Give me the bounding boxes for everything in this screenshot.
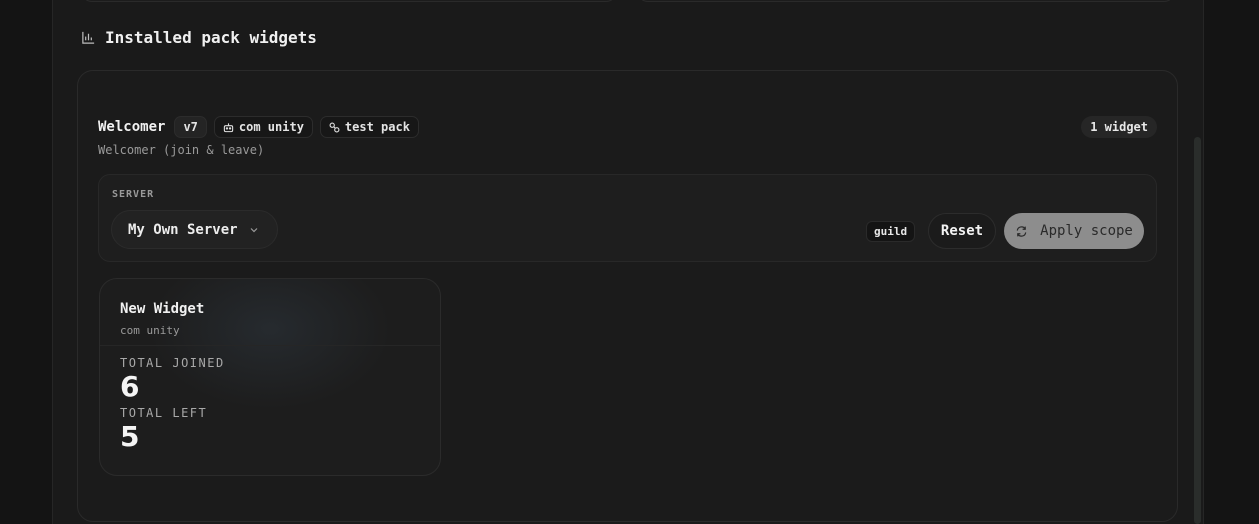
- apply-scope-button[interactable]: Apply scope: [1004, 213, 1144, 249]
- widget-card[interactable]: New Widget com unity TOTAL JOINED 6 TOTA…: [99, 278, 441, 476]
- apply-scope-label: Apply scope: [1040, 223, 1133, 239]
- widget-count-badge: 1 widget: [1081, 116, 1157, 138]
- author-badge[interactable]: com unity: [213, 116, 313, 138]
- chevron-down-icon: [250, 227, 258, 232]
- section-title: Installed pack widgets: [105, 28, 317, 47]
- main-panel: Installed pack widgets Welcomer v7 com u…: [52, 0, 1204, 524]
- section-header: Installed pack widgets: [81, 28, 317, 47]
- reset-button[interactable]: Reset: [928, 213, 996, 249]
- server-select-value: My Own Server: [128, 221, 238, 238]
- link-icon: [329, 122, 340, 132]
- widget-divider: [100, 345, 440, 346]
- stat-value-total-left: 5: [120, 420, 140, 453]
- bar-chart-icon: [82, 31, 95, 44]
- pack-card: Welcomer v7 com unity test pack Welcomer…: [77, 70, 1178, 522]
- scrollbar[interactable]: [1194, 137, 1201, 524]
- author-label: com unity: [238, 120, 304, 134]
- server-select[interactable]: My Own Server: [111, 210, 278, 249]
- server-label: SERVER: [112, 189, 155, 200]
- widget-subtitle: com unity: [120, 324, 180, 337]
- widget-title: New Widget: [120, 301, 205, 317]
- pack-name: Welcomer: [98, 119, 166, 135]
- stat-value-total-joined: 6: [120, 370, 140, 403]
- server-panel: SERVER My Own Server guild Reset Apply s…: [98, 174, 1157, 262]
- pack-tag-label: test pack: [344, 120, 410, 134]
- pack-header: Welcomer v7 com unity test pack: [98, 116, 419, 138]
- stat-label-total-left: TOTAL LEFT: [120, 406, 208, 420]
- scope-tag: guild: [866, 221, 916, 242]
- stat-label-total-joined: TOTAL JOINED: [120, 356, 225, 370]
- pack-tag-badge[interactable]: test pack: [319, 116, 419, 138]
- previous-card-left: [81, 0, 617, 2]
- version-badge: v7: [174, 116, 207, 138]
- previous-card-right: [637, 0, 1175, 2]
- robot-icon: [223, 122, 234, 132]
- refresh-icon: [1016, 225, 1027, 237]
- pack-subtitle: Welcomer (join & leave): [98, 143, 265, 157]
